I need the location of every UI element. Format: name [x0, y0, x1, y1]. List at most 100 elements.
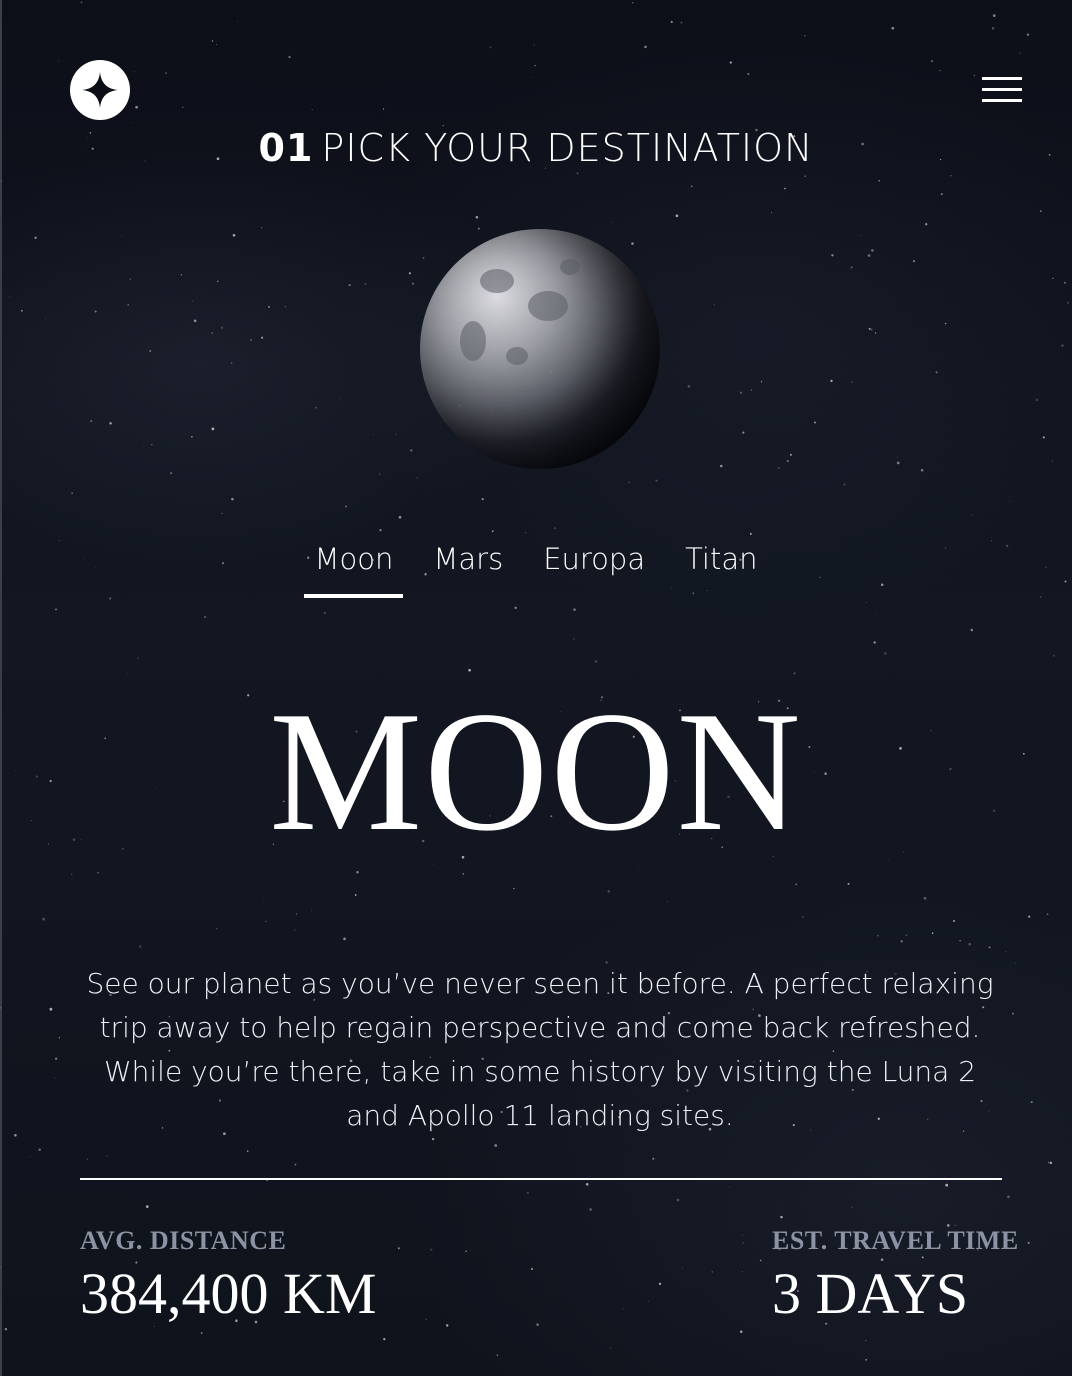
- star-dot: [793, 672, 796, 675]
- star-dot: [1030, 1101, 1033, 1104]
- star-dot: [86, 1158, 88, 1160]
- star-dot: [356, 871, 359, 874]
- star-dot: [311, 910, 313, 912]
- star-dot: [1035, 398, 1039, 402]
- star-dot: [1015, 962, 1016, 964]
- star-dot: [644, 45, 647, 49]
- star-dot: [1005, 950, 1007, 952]
- star-dot: [525, 532, 527, 534]
- star-logo-icon[interactable]: [70, 60, 130, 120]
- star-dot: [70, 873, 73, 876]
- star-dot: [408, 272, 411, 275]
- star-dot: [21, 309, 23, 312]
- star-dot: [847, 882, 850, 885]
- star-dot: [150, 443, 153, 446]
- star-dot: [513, 888, 515, 890]
- star-dot: [531, 1268, 533, 1270]
- star-dot: [165, 72, 167, 74]
- star-dot: [771, 212, 772, 214]
- star-dot: [246, 1150, 249, 1152]
- tab-moon[interactable]: Moon: [304, 536, 404, 598]
- star-dot: [465, 1250, 467, 1253]
- travel-time-label: EST. TRAVEL TIME: [772, 1226, 1019, 1255]
- star-dot: [729, 61, 732, 64]
- star-dot: [648, 1300, 650, 1302]
- star-dot: [536, 1323, 539, 1326]
- star-dot: [921, 1256, 924, 1259]
- hamburger-menu-icon[interactable]: [982, 77, 1022, 103]
- star-dot: [38, 1148, 41, 1151]
- star-dot: [554, 527, 556, 529]
- star-dot: [585, 1182, 589, 1186]
- star-dot: [804, 35, 806, 37]
- star-dot: [143, 446, 144, 447]
- star-dot: [867, 254, 871, 257]
- star-dot: [58, 60, 60, 62]
- star-dot: [1048, 1161, 1050, 1163]
- star-dot: [930, 59, 934, 63]
- star-dot: [221, 513, 223, 515]
- star-dot: [968, 942, 971, 946]
- star-dot: [446, 1324, 449, 1327]
- star-dot: [786, 459, 789, 463]
- star-dot: [652, 1157, 655, 1160]
- star-dot: [462, 873, 465, 875]
- star-dot: [589, 1208, 592, 1211]
- star-dot: [742, 1234, 744, 1236]
- star-dot: [742, 431, 745, 434]
- tab-titan[interactable]: Titan: [675, 536, 767, 598]
- star-dot: [34, 236, 37, 239]
- star-dot: [830, 379, 833, 383]
- star-dot: [900, 940, 903, 943]
- star-dot: [573, 608, 576, 611]
- star-dot: [232, 233, 236, 237]
- star-dot: [395, 433, 397, 435]
- star-dot: [481, 497, 484, 501]
- star-dot: [874, 332, 877, 334]
- star-dot: [896, 456, 898, 458]
- star-dot: [576, 172, 579, 175]
- star-dot: [1023, 77, 1024, 79]
- star-dot: [477, 227, 480, 230]
- star-dot: [126, 672, 128, 674]
- star-dot: [215, 44, 217, 46]
- star-dot: [1053, 655, 1055, 657]
- star-dot: [1052, 460, 1053, 462]
- star-dot: [130, 122, 132, 124]
- star-dot: [58, 1037, 61, 1039]
- star-dot: [170, 472, 173, 475]
- star-dot: [383, 1337, 386, 1341]
- star-dot: [729, 1186, 731, 1188]
- star-dot: [323, 611, 326, 614]
- star-dot: [311, 108, 313, 111]
- star-dot: [411, 282, 414, 285]
- star-dot: [211, 40, 214, 42]
- star-dot: [265, 921, 267, 922]
- crater: [460, 321, 486, 361]
- star-dot: [690, 185, 693, 188]
- star-dot: [1063, 281, 1066, 284]
- star-dot: [45, 318, 47, 320]
- page-title-text: PICK YOUR DESTINATION: [321, 126, 814, 170]
- travel-time-value: 3 DAYS: [772, 1261, 969, 1326]
- tab-mars[interactable]: Mars: [423, 536, 513, 598]
- star-dot: [129, 278, 132, 280]
- star-dot: [135, 105, 138, 109]
- star-dot: [1021, 99, 1023, 101]
- star-dot: [739, 1330, 743, 1333]
- star-dot: [759, 1259, 762, 1262]
- star-dot: [868, 327, 871, 330]
- star-dot: [182, 106, 184, 108]
- star-dot: [1046, 913, 1049, 915]
- tab-europa[interactable]: Europa: [533, 536, 655, 598]
- star-dot: [127, 304, 129, 306]
- star-dot: [1019, 52, 1021, 54]
- star-dot: [71, 492, 73, 495]
- star-dot: [760, 381, 763, 383]
- page-title-number: 01: [258, 126, 314, 170]
- star-dot: [891, 26, 895, 30]
- star-dot: [675, 214, 679, 218]
- star-dot: [850, 266, 853, 269]
- star-dot: [1039, 210, 1042, 212]
- destination-tabs: Moon Mars Europa Titan: [0, 536, 1072, 598]
